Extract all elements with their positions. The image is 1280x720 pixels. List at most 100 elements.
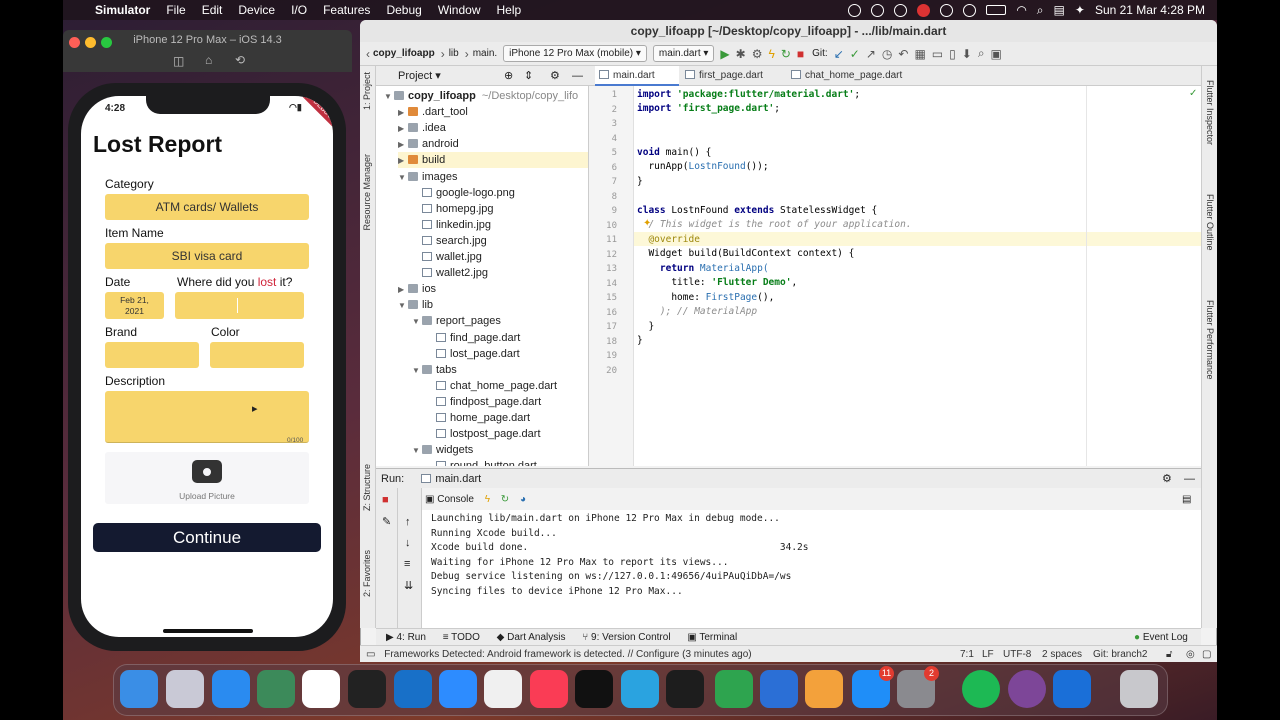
scroll-down-icon[interactable]: ↓ bbox=[405, 537, 411, 549]
menu-help[interactable]: Help bbox=[497, 3, 522, 17]
collapse-icon[interactable]: ⇕ bbox=[524, 66, 533, 86]
history-icon[interactable]: ◷ bbox=[882, 47, 892, 61]
tree-item[interactable]: ▶ ios bbox=[398, 281, 436, 297]
safari-icon[interactable] bbox=[212, 670, 250, 708]
project-structure-icon[interactable]: ▦ bbox=[914, 47, 925, 61]
trello-icon[interactable] bbox=[394, 670, 432, 708]
category-dropdown[interactable]: ATM cards/ Wallets bbox=[105, 194, 309, 220]
tab-chat-home-page[interactable]: chat_home_page.dart bbox=[787, 66, 912, 86]
indent-setting[interactable]: 2 spaces bbox=[1042, 646, 1082, 663]
menu-features[interactable]: Features bbox=[323, 3, 370, 17]
scroll-to-end-icon[interactable]: ⇊ bbox=[404, 579, 413, 592]
lock-icon[interactable]: 🔓︎ bbox=[1166, 646, 1172, 663]
status-message[interactable]: Frameworks Detected: Android framework i… bbox=[384, 649, 751, 660]
app-store-icon[interactable]: 11 bbox=[852, 666, 894, 708]
tree-item[interactable]: wallet.jpg bbox=[412, 249, 482, 265]
tree-item[interactable]: ▶ android bbox=[398, 136, 459, 152]
favorites-tab[interactable]: 2: Favorites bbox=[362, 550, 372, 597]
cursor-position[interactable]: 7:1 bbox=[960, 646, 974, 663]
status-layout-icon[interactable]: ▭ bbox=[366, 649, 375, 660]
run-stop-icon[interactable]: ■ bbox=[382, 494, 389, 506]
console-hot-reload-icon[interactable]: ϟ bbox=[485, 494, 490, 505]
control-center-icon[interactable]: ▤ bbox=[1054, 3, 1065, 17]
structure-tab[interactable]: Z: Structure bbox=[362, 464, 372, 511]
run-settings-icon[interactable]: ⚙ bbox=[1162, 469, 1172, 489]
tree-item[interactable]: ▼ tabs bbox=[412, 362, 457, 378]
console-output[interactable]: Launching lib/main.dart on iPhone 12 Pro… bbox=[422, 510, 1201, 628]
hot-restart-icon[interactable]: ↻ bbox=[781, 47, 791, 61]
project-tool-tab[interactable]: 1: Project bbox=[362, 72, 372, 110]
numbers-icon[interactable] bbox=[715, 670, 753, 708]
settings-icon[interactable]: ⚙ bbox=[550, 66, 560, 86]
attach-icon[interactable]: ⚙ bbox=[752, 47, 763, 61]
creative-cloud-icon[interactable] bbox=[871, 3, 885, 17]
ai-icon[interactable] bbox=[963, 3, 977, 17]
tree-item[interactable]: findpost_page.dart bbox=[426, 394, 541, 410]
tree-item[interactable]: chat_home_page.dart bbox=[426, 378, 557, 394]
tree-item[interactable]: linkedin.jpg bbox=[412, 217, 491, 233]
run-icon[interactable]: ▶ bbox=[720, 47, 729, 61]
project-panel-title[interactable]: Project bbox=[398, 70, 432, 82]
telegram-icon[interactable] bbox=[621, 670, 659, 708]
tab-dart-analysis[interactable]: ◆ Dart Analysis bbox=[497, 632, 566, 643]
breadcrumb-lib[interactable]: lib bbox=[449, 48, 459, 59]
rotate-icon[interactable]: ⟲ bbox=[235, 53, 245, 67]
tree-item[interactable]: find_page.dart bbox=[426, 330, 520, 346]
tab-first-page[interactable]: first_page.dart bbox=[681, 66, 785, 86]
layout-icon[interactable]: ▭ bbox=[932, 47, 943, 61]
tab-run[interactable]: ▶ 4: Run bbox=[386, 632, 426, 643]
trash-icon[interactable] bbox=[1120, 670, 1158, 708]
breadcrumb-file[interactable]: main. bbox=[473, 48, 497, 59]
soft-wrap-icon[interactable]: ≡ bbox=[404, 558, 410, 570]
file-encoding[interactable]: UTF-8 bbox=[1003, 646, 1031, 663]
description-field[interactable] bbox=[105, 391, 309, 443]
debug-icon[interactable]: ✱ bbox=[736, 47, 746, 61]
item-name-field[interactable]: SBI visa card bbox=[105, 243, 309, 269]
inspector-icon[interactable]: ◎ bbox=[1186, 646, 1195, 663]
tree-item[interactable]: ▼ widgets bbox=[412, 442, 473, 458]
wifi-icon[interactable]: ◠ bbox=[1016, 3, 1026, 17]
lastpass-icon[interactable] bbox=[917, 3, 931, 17]
pages-icon[interactable] bbox=[805, 670, 843, 708]
notifications-icon[interactable]: ▢ bbox=[1202, 646, 1211, 663]
tree-item[interactable]: lostpost_page.dart bbox=[426, 426, 541, 442]
git-update-icon[interactable]: ↙ bbox=[834, 47, 844, 61]
android-studio-icon[interactable] bbox=[257, 670, 295, 708]
menu-edit[interactable]: Edit bbox=[202, 3, 223, 17]
tree-item[interactable]: home_page.dart bbox=[426, 410, 530, 426]
code-editor[interactable]: import 'package:flutter/material.dart'; … bbox=[634, 86, 1201, 466]
layout-options-icon[interactable]: ▤ bbox=[1182, 490, 1191, 510]
vpn-icon[interactable] bbox=[940, 3, 954, 17]
launchpad-icon[interactable] bbox=[166, 670, 204, 708]
breadcrumb-project[interactable]: copy_lifoapp bbox=[373, 48, 435, 59]
upload-picture-area[interactable]: Upload Picture bbox=[105, 452, 309, 504]
menu-device[interactable]: Device bbox=[238, 3, 275, 17]
lightbulb-icon[interactable]: ✦ bbox=[643, 218, 651, 229]
tree-item[interactable]: ▶ .dart_tool bbox=[398, 104, 468, 120]
tab-main-dart[interactable]: main.dart bbox=[595, 66, 679, 86]
sync-icon[interactable] bbox=[894, 3, 908, 17]
flutter-outline-tab[interactable]: Flutter Outline bbox=[1205, 194, 1215, 251]
tree-item[interactable]: ▼ images bbox=[398, 169, 457, 185]
run-config-selector[interactable]: main.dart ▾ bbox=[652, 45, 715, 62]
color-field[interactable] bbox=[210, 342, 304, 368]
avd-icon[interactable]: ▯ bbox=[949, 47, 956, 61]
event-log-button[interactable]: ● Event Log bbox=[1134, 629, 1188, 646]
hot-reload-icon[interactable]: ϟ bbox=[768, 47, 774, 61]
tab-todo[interactable]: ≡ TODO bbox=[443, 632, 480, 643]
date-picker[interactable]: Feb 21, 2021 bbox=[105, 292, 164, 319]
music-icon[interactable] bbox=[530, 670, 568, 708]
tree-item[interactable]: search.jpg bbox=[412, 233, 487, 249]
menu-app-name[interactable]: Simulator bbox=[95, 3, 150, 17]
git-commit-icon[interactable]: ✓ bbox=[850, 47, 860, 61]
menu-debug[interactable]: Debug bbox=[386, 3, 421, 17]
menu-window[interactable]: Window bbox=[438, 3, 481, 17]
back-icon[interactable]: ‹ bbox=[366, 47, 370, 61]
tree-item[interactable]: ▼ lib bbox=[398, 297, 433, 313]
tor-icon[interactable] bbox=[1008, 670, 1046, 708]
tree-item[interactable]: lost_page.dart bbox=[426, 346, 520, 362]
tree-item[interactable]: ▼ copy_lifoapp ~/Desktop/copy_lifo bbox=[384, 88, 578, 104]
tv-icon[interactable] bbox=[575, 670, 613, 708]
slack-icon[interactable] bbox=[302, 670, 340, 708]
git-push-icon[interactable]: ↗ bbox=[866, 47, 876, 61]
